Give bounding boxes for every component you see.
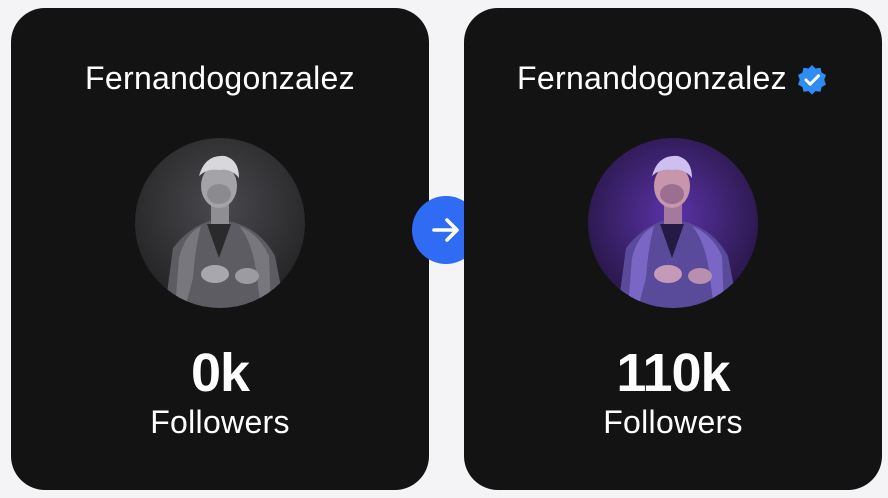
- followers-count: 0k: [190, 343, 250, 403]
- comparison-stage: Fernandogonzalez 0k Followers Fernandogo…: [0, 0, 888, 498]
- profile-card-after: Fernandogonzalez 110k Followers: [464, 8, 882, 490]
- avatar-photo-purple: [588, 138, 758, 308]
- username: Fernandogonzalez: [517, 60, 787, 96]
- followers-label: Followers: [603, 404, 743, 440]
- username-row: Fernandogonzalez: [11, 60, 429, 97]
- username: Fernandogonzalez: [85, 60, 355, 96]
- verified-badge-icon: [797, 64, 826, 95]
- profile-card-before: Fernandogonzalez 0k Followers: [11, 8, 429, 490]
- arrow-right-icon: [432, 218, 459, 242]
- followers-count: 110k: [616, 343, 730, 403]
- followers-label: Followers: [150, 404, 290, 440]
- username-row: Fernandogonzalez: [464, 60, 882, 97]
- avatar-photo-grayscale: [135, 138, 305, 308]
- avatar: [135, 138, 305, 308]
- avatar: [588, 138, 758, 308]
